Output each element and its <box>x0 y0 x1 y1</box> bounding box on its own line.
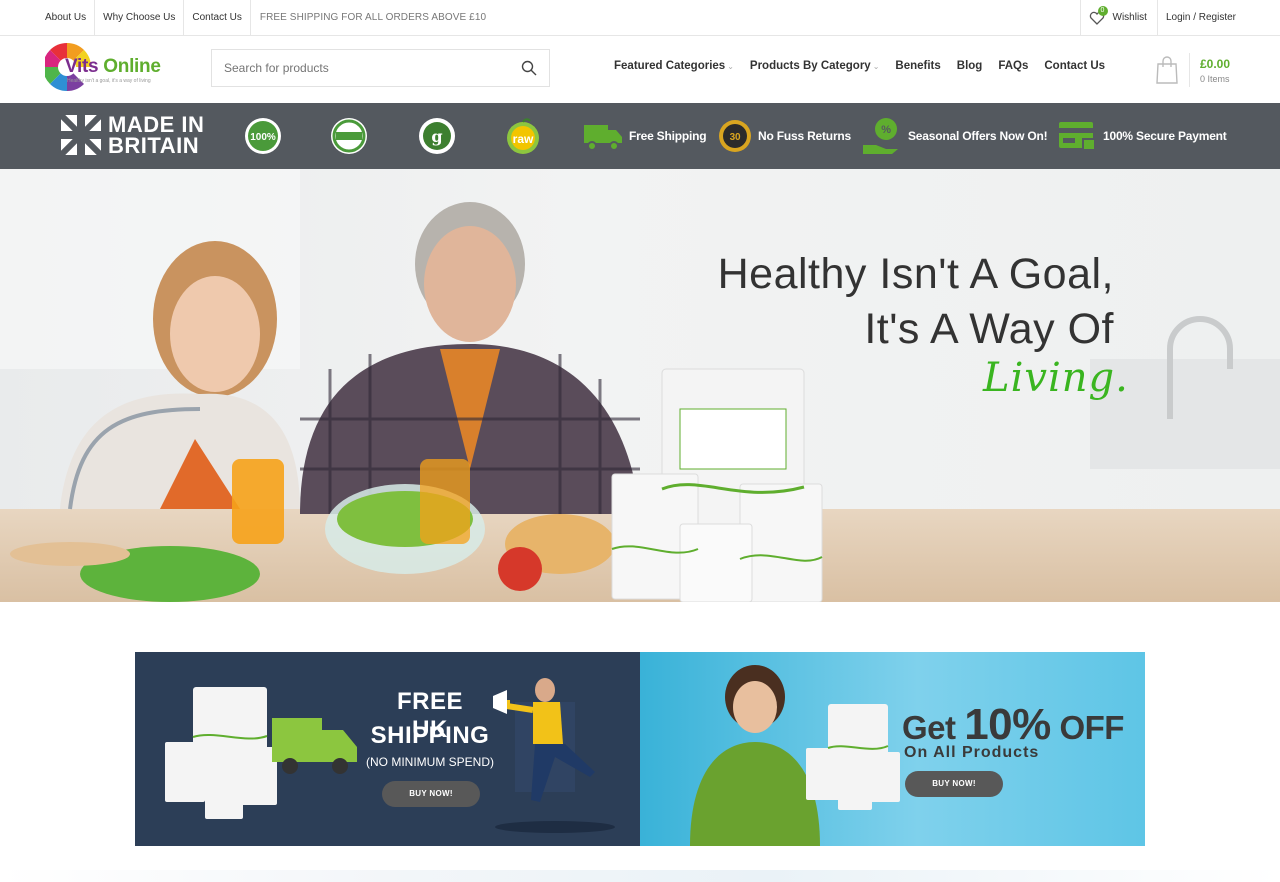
top-account: 0 Wishlist Login / Register <box>1079 0 1236 35</box>
site-logo[interactable]: Vits Online Healthy isn't a goal, it's a… <box>45 39 185 97</box>
feature-no-fuss-returns: 30 No Fuss Returns <box>718 117 851 155</box>
logo-word-vits: Vits <box>65 56 99 77</box>
logo-tagline: Healthy isn't a goal, it's a way of livi… <box>67 78 151 84</box>
hero-headline-line-1: Healthy Isn't A Goal, <box>717 250 1114 298</box>
feature-label: No Fuss Returns <box>758 129 852 143</box>
hero-script-word: Living. <box>983 355 1129 401</box>
svg-text:30: 30 <box>730 132 741 143</box>
discount-get-word: Get <box>902 709 956 746</box>
raw-seal-icon: raw <box>507 118 539 154</box>
svg-text:100%: 100% <box>250 132 276 143</box>
top-links: About Us Why Choose Us Contact Us FREE S… <box>37 0 486 35</box>
discount-off-word: OFF <box>1059 709 1124 746</box>
svg-text:%: % <box>881 124 891 136</box>
organic-seal-icon: 100% <box>245 118 281 154</box>
logo-wordmark: Vits Online <box>65 56 161 78</box>
feature-free-shipping: Free Shipping <box>583 117 707 155</box>
nav-label: Products By Category <box>749 60 871 72</box>
feature-label: 100% Secure Payment <box>1103 129 1227 143</box>
logo-word-online: Online <box>103 56 161 77</box>
shipping-buy-now-button[interactable]: BUY NOW! <box>382 781 480 807</box>
britain-line: BRITAIN <box>108 133 200 158</box>
shipping-title-line-2: SHIPPING <box>370 722 490 749</box>
pure-seal-icon <box>331 118 367 154</box>
truck-icon <box>584 125 622 151</box>
mini-cart[interactable]: £0.00 0 Items <box>1155 50 1230 90</box>
discount-amount: 10% <box>964 700 1051 749</box>
discount-buy-now-button[interactable]: BUY NOW! <box>905 771 1003 797</box>
nav-contact-us[interactable]: Contact Us <box>1044 60 1105 72</box>
heart-icon: 0 <box>1089 5 1108 25</box>
feature-label: Seasonal Offers Now On! <box>908 129 1048 143</box>
organic-food-seal-icon: g <box>419 118 455 154</box>
search-button[interactable] <box>509 50 549 86</box>
nav-faqs[interactable]: FAQs <box>998 60 1028 72</box>
login-register-link[interactable]: Login / Register <box>1158 12 1236 23</box>
search-icon <box>521 60 537 76</box>
main-nav: Featured Categories ⌄ Products By Categor… <box>614 60 1121 72</box>
discount-subtitle: On All Products <box>904 744 1040 761</box>
wishlist-link[interactable]: 0 Wishlist <box>1079 0 1158 35</box>
feature-secure-payment: 100% Secure Payment <box>1057 117 1227 155</box>
discount-headline: Get 10% OFF <box>902 700 1124 750</box>
search-bar <box>211 49 550 87</box>
feature-seasonal-offers: % Seasonal Offers Now On! <box>862 117 1048 155</box>
feature-label: Free Shipping <box>629 129 707 143</box>
union-flag-icon <box>60 114 102 156</box>
feature-strip: MADE IN BRITAIN 100% g raw Free Shipping… <box>0 103 1280 169</box>
hero-headline: Healthy Isn't A Goal, It's A Way Of <box>718 247 1114 357</box>
cart-item-count: 0 Items <box>1200 73 1230 84</box>
svg-text:raw: raw <box>513 132 534 146</box>
made-in-line: MADE IN <box>108 112 205 137</box>
nav-blog[interactable]: Blog <box>957 60 983 72</box>
credit-card-lock-icon <box>1059 122 1096 151</box>
hero-banner[interactable]: Healthy Isn't A Goal, It's A Way Of Livi… <box>0 169 1280 602</box>
wishlist-label: Wishlist <box>1112 12 1147 23</box>
wishlist-count-badge: 0 <box>1097 5 1108 16</box>
chevron-down-icon: ⌄ <box>872 61 880 71</box>
next-section-edge <box>0 870 1280 882</box>
shipping-promo-text: FREE SHIPPING FOR ALL ORDERS ABOVE £10 <box>259 12 487 23</box>
cart-divider <box>1189 53 1190 87</box>
shopping-bag-icon <box>1156 56 1178 84</box>
cart-total: £0.00 <box>1200 56 1231 71</box>
hero-headline-line-2: It's A Way Of <box>864 305 1114 353</box>
chevron-down-icon: ⌄ <box>727 61 734 71</box>
top-link-contact-us[interactable]: Contact Us <box>184 0 251 35</box>
returns-badge-icon: 30 <box>719 120 751 152</box>
discount-hand-icon: % <box>863 118 898 154</box>
made-in-britain-badge: MADE IN BRITAIN <box>60 112 205 158</box>
svg-text:g: g <box>431 127 442 146</box>
shipping-subtitle: (NO MINIMUM SPEND) <box>366 755 494 769</box>
made-in-britain-text: MADE IN BRITAIN <box>108 112 205 158</box>
top-link-about-us[interactable]: About Us <box>37 0 96 35</box>
nav-featured-categories[interactable]: Featured Categories ⌄ <box>614 60 734 72</box>
site-header: Vits Online Healthy isn't a goal, it's a… <box>0 36 1280 103</box>
top-bar: About Us Why Choose Us Contact Us FREE S… <box>0 0 1280 36</box>
search-input[interactable] <box>212 50 509 86</box>
top-link-why-choose-us[interactable]: Why Choose Us <box>95 0 185 35</box>
nav-label: Featured Categories <box>614 60 726 72</box>
nav-products-by-category[interactable]: Products By Category ⌄ <box>750 60 879 72</box>
nav-benefits[interactable]: Benefits <box>895 60 940 72</box>
cart-summary: £0.00 0 Items <box>1200 57 1230 84</box>
discount-banner[interactable]: Get 10% OFF On All Products BUY NOW! <box>640 652 1145 846</box>
free-shipping-banner[interactable]: FREE UK SHIPPING (NO MINIMUM SPEND) BUY … <box>135 652 640 846</box>
